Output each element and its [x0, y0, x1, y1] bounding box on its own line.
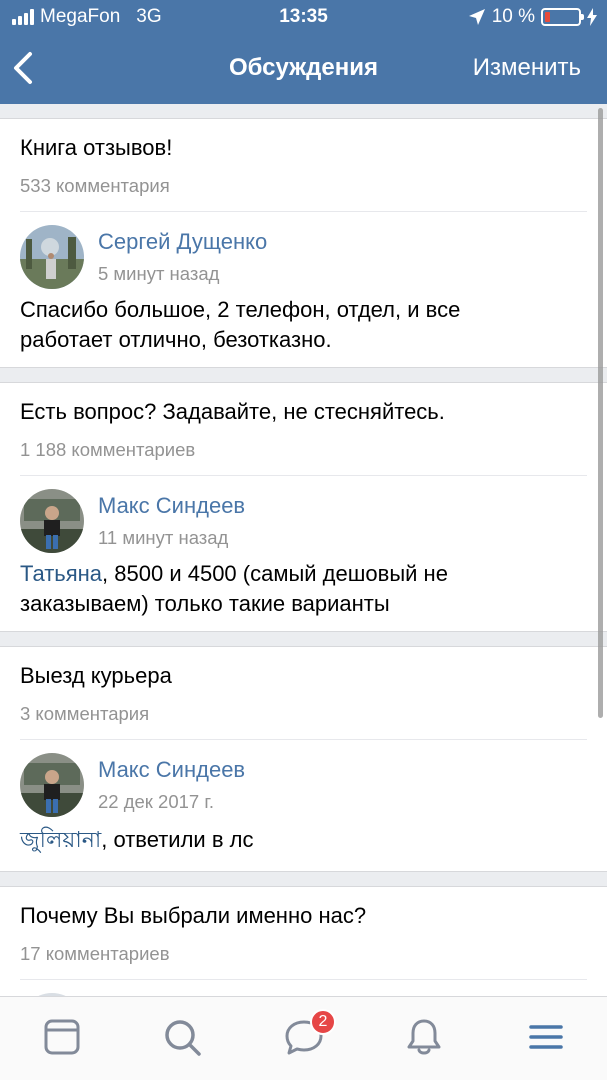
comment-fragment: , 8500 и 4500 (самый дешовый не — [102, 561, 448, 586]
topic-title[interactable]: Выезд курьера — [20, 663, 172, 689]
charging-icon — [587, 8, 597, 26]
post-time: 5 минут назад — [98, 263, 220, 284]
status-bar: MegaFon 3G 13:35 10 % — [0, 0, 607, 34]
divider — [20, 979, 587, 980]
scrollbar[interactable] — [598, 108, 603, 718]
comment-text: Спасибо большое, 2 телефон, отдел, и все… — [20, 295, 587, 355]
nav-bar: Обсуждения Изменить — [0, 40, 607, 98]
topic-title[interactable]: Есть вопрос? Задавайте, не стесняйтесь. — [20, 399, 445, 425]
comment-count: 3 комментария — [20, 703, 150, 724]
unread-badge: 2 — [310, 1009, 336, 1035]
comment-text: Татьяна, 8500 и 4500 (самый дешовый не з… — [20, 559, 587, 619]
mention-link[interactable]: Татьяна — [20, 561, 102, 586]
search-icon — [165, 1020, 201, 1056]
divider — [20, 211, 587, 212]
comment-text: জুলিয়ানা, ответили в лс — [20, 825, 587, 855]
discussion-feed[interactable]: Книга отзывов! 533 комментария Сергей Ду… — [0, 104, 607, 1000]
avatar[interactable] — [20, 753, 84, 817]
post-time: 11 минут назад — [98, 527, 229, 548]
post-time: 22 дек 2017 г. — [98, 791, 214, 812]
avatar[interactable] — [20, 489, 84, 553]
chevron-left-icon — [14, 52, 32, 84]
comment-fragment: , ответили в лс — [101, 827, 254, 852]
mention-link[interactable]: জুলিয়ানা — [20, 827, 101, 852]
battery-icon — [541, 8, 584, 26]
comment-line: работает отлично, безотказно. — [20, 327, 332, 352]
tab-messages[interactable]: 2 — [282, 1009, 336, 1059]
topic-title[interactable]: Книга отзывов! — [20, 135, 172, 161]
app-header: MegaFon 3G 13:35 10 % Обсуждения Изменит… — [0, 0, 607, 104]
comment-line: Спасибо большое, 2 телефон, отдел, и все — [20, 297, 461, 322]
avatar[interactable] — [20, 225, 84, 289]
news-icon — [44, 1019, 80, 1055]
tab-news[interactable] — [40, 1015, 84, 1059]
topic-card[interactable]: Почему Вы выбрали именно нас? 17 коммент… — [0, 886, 607, 1000]
comment-count: 17 комментариев — [20, 943, 170, 964]
edit-button[interactable]: Изменить — [473, 54, 581, 82]
author-name[interactable]: Сергей Дущенко — [98, 229, 267, 255]
topic-card[interactable]: Выезд курьера 3 комментария Макс Синдеев… — [0, 646, 607, 872]
topic-card[interactable]: Есть вопрос? Задавайте, не стесняйтесь. … — [0, 382, 607, 632]
topic-title[interactable]: Почему Вы выбрали именно нас? — [20, 903, 366, 929]
tab-notifications[interactable] — [402, 1015, 446, 1059]
tab-search[interactable] — [160, 1015, 204, 1059]
tab-bar: 2 — [0, 996, 607, 1080]
author-name[interactable]: Макс Синдеев — [98, 493, 245, 519]
battery-percent: 10 % — [491, 6, 535, 27]
divider — [20, 739, 587, 740]
location-arrow-icon — [468, 9, 485, 25]
menu-icon — [529, 1025, 563, 1049]
divider — [20, 475, 587, 476]
back-button[interactable] — [8, 48, 48, 92]
comment-count: 533 комментария — [20, 175, 170, 196]
topic-card[interactable]: Книга отзывов! 533 комментария Сергей Ду… — [0, 118, 607, 368]
author-name[interactable]: Макс Синдеев — [98, 757, 245, 783]
comment-line: заказываем) только такие варианты — [20, 591, 390, 616]
bell-icon — [407, 1019, 441, 1055]
comment-count: 1 188 комментариев — [20, 439, 196, 460]
tab-menu[interactable] — [524, 1015, 568, 1059]
comment-line: জুলিয়ানা, ответили в лс — [20, 825, 587, 855]
comment-line: Татьяна, 8500 и 4500 (самый дешовый не — [20, 559, 587, 589]
